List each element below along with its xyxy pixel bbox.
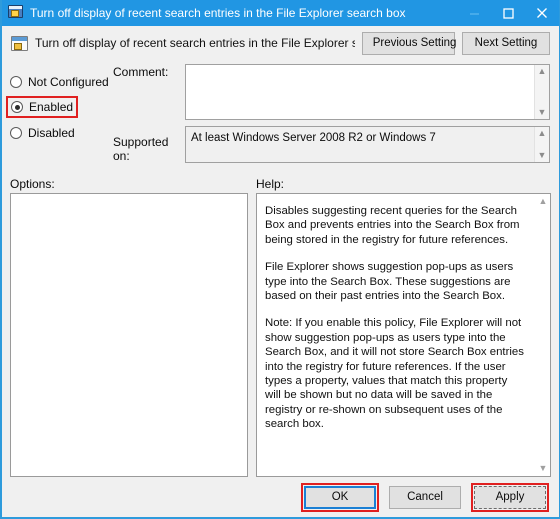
scroll-up-icon[interactable]: ▲: [539, 197, 548, 206]
apply-button[interactable]: Apply: [474, 485, 546, 509]
window-title: Turn off display of recent search entrie…: [30, 6, 406, 20]
panel-labels: Options: Help:: [2, 176, 559, 193]
supported-on-scrollbar[interactable]: ▲ ▼: [534, 127, 549, 162]
state-radio-group: Not Configured Enabled Disabled: [6, 64, 109, 176]
radio-enabled[interactable]: Enabled: [6, 96, 78, 118]
state-and-metadata-section: Not Configured Enabled Disabled Comment:…: [2, 60, 559, 176]
options-panel[interactable]: [10, 193, 248, 477]
help-paragraph: Note: If you enable this policy, File Ex…: [265, 317, 524, 431]
radio-label-disabled: Disabled: [28, 125, 75, 140]
setting-header: Turn off display of recent search entrie…: [2, 26, 559, 60]
metadata-fields: Comment: ▲ ▼ Supported on: At least Wind…: [107, 64, 550, 176]
scroll-down-icon[interactable]: ▼: [538, 108, 547, 117]
close-icon[interactable]: [525, 0, 559, 26]
title-bar: Turn off display of recent search entrie…: [2, 0, 559, 26]
help-scrollbar[interactable]: ▲ ▼: [535, 194, 550, 476]
help-panel: Disables suggesting recent queries for t…: [256, 193, 551, 477]
radio-indicator-not-configured: [10, 75, 22, 88]
help-content: Disables suggesting recent queries for t…: [257, 194, 535, 476]
supported-on-textarea: At least Windows Server 2008 R2 or Windo…: [185, 126, 550, 163]
dialog-footer: OK Cancel Apply: [2, 477, 559, 517]
scroll-down-icon[interactable]: ▼: [539, 464, 548, 473]
comment-scrollbar[interactable]: ▲ ▼: [534, 65, 549, 119]
help-paragraph: Disables suggesting recent queries for t…: [265, 205, 520, 246]
help-paragraph: File Explorer shows suggestion pop-ups a…: [265, 261, 514, 303]
scroll-down-icon[interactable]: ▼: [538, 151, 547, 160]
policy-setting-dialog: Turn off display of recent search entrie…: [0, 0, 560, 519]
window-controls: [457, 0, 559, 26]
comment-label: Comment:: [113, 65, 169, 79]
comment-textarea[interactable]: ▲ ▼: [185, 64, 550, 120]
radio-indicator-disabled: [10, 126, 22, 139]
ok-button[interactable]: OK: [304, 485, 376, 509]
help-label: Help:: [256, 177, 285, 191]
comment-row: Comment: ▲ ▼: [113, 64, 550, 120]
setting-name: Turn off display of recent search entrie…: [35, 36, 355, 50]
policy-setting-icon: [8, 5, 24, 21]
maximize-icon[interactable]: [491, 0, 525, 26]
supported-on-value: At least Windows Server 2008 R2 or Windo…: [186, 127, 534, 162]
options-label: Options:: [10, 177, 55, 191]
radio-indicator-enabled: [11, 101, 23, 113]
next-setting-button[interactable]: Next Setting: [462, 31, 550, 55]
comment-value: [186, 65, 534, 119]
radio-not-configured[interactable]: Not Configured: [7, 71, 109, 92]
scroll-up-icon[interactable]: ▲: [538, 67, 547, 76]
previous-setting-button[interactable]: Previous Setting: [361, 31, 456, 55]
radio-label-enabled: Enabled: [29, 100, 74, 114]
setting-icon: [11, 35, 28, 51]
options-content: [11, 194, 247, 476]
cancel-button[interactable]: Cancel: [389, 485, 461, 509]
scroll-up-icon[interactable]: ▲: [538, 129, 547, 138]
radio-label-not-configured: Not Configured: [28, 74, 109, 89]
supported-on-row: Supported on: At least Windows Server 20…: [113, 126, 550, 163]
apply-button-highlight: Apply: [471, 482, 549, 512]
radio-disabled[interactable]: Disabled: [7, 122, 107, 143]
cancel-button-wrap: Cancel: [389, 485, 461, 509]
panels-area: Disables suggesting recent queries for t…: [2, 193, 559, 477]
supported-on-label: Supported on:: [113, 135, 169, 163]
ok-button-highlight: OK: [301, 482, 379, 512]
minimize-icon[interactable]: [457, 0, 491, 26]
